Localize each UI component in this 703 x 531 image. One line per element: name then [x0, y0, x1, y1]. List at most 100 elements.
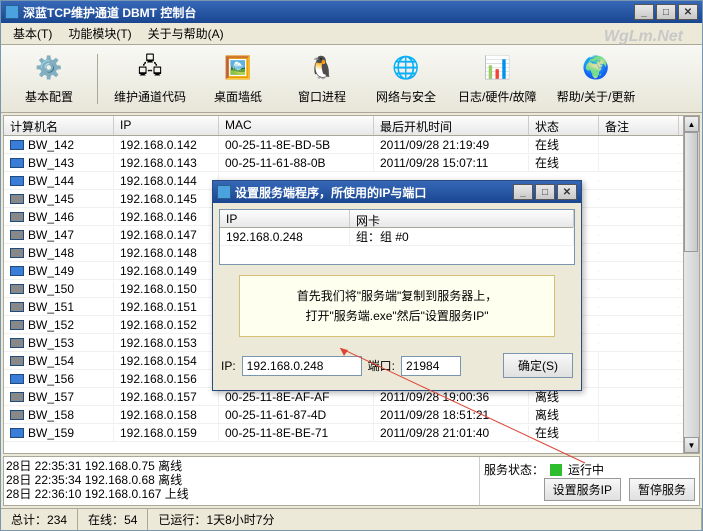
- cell-remark: [599, 270, 679, 272]
- log-hw-button[interactable]: 📊日志/硬件/故障: [450, 49, 545, 109]
- maximize-button[interactable]: □: [656, 4, 676, 20]
- computer-icon: [10, 428, 24, 438]
- service-status-label: 服务状态：: [484, 461, 544, 478]
- cell-remark: [599, 396, 679, 398]
- ip-list[interactable]: IP 网卡 192.168.0.248 组：组 #0: [219, 209, 575, 265]
- computer-icon: [10, 176, 24, 186]
- dialog-maximize-button[interactable]: □: [535, 184, 555, 200]
- table-row[interactable]: BW_159192.168.0.15900-25-11-8E-BE-712011…: [4, 424, 683, 442]
- port-input-label: 端口:: [368, 357, 395, 374]
- cell-ip: 192.168.0.154: [114, 353, 219, 369]
- net-sec-button[interactable]: 🌐网络与安全: [366, 49, 446, 109]
- gear-icon: ⚙️: [33, 53, 65, 84]
- cell-remark: [599, 306, 679, 308]
- pause-service-button[interactable]: 暂停服务: [629, 478, 695, 501]
- net-sec-label: 网络与安全: [376, 88, 436, 105]
- window-proc-label: 窗口进程: [298, 88, 346, 105]
- separator: [97, 54, 98, 104]
- dialog-titlebar[interactable]: 设置服务端程序，所使用的IP与端口 _ □ ✕: [213, 181, 581, 203]
- minimize-button[interactable]: _: [634, 4, 654, 20]
- cell-ip: 192.168.0.147: [114, 227, 219, 243]
- scroll-thumb[interactable]: [684, 132, 698, 252]
- col-remark[interactable]: 备注: [599, 116, 679, 135]
- dialog-form: IP: 端口: 确定(S): [219, 347, 575, 384]
- log-line: 28日 22:36:10 192.168.0.167 上线: [6, 487, 477, 501]
- close-button[interactable]: ✕: [678, 4, 698, 20]
- cell-status: 在线: [529, 153, 599, 172]
- menu-bar: 基本(T) 功能模块(T) 关于与帮助(A): [1, 23, 702, 45]
- cell-remark: [599, 432, 679, 434]
- ip-input-label: IP:: [221, 359, 236, 373]
- channel-code-label: 维护通道代码: [114, 88, 186, 105]
- vertical-scrollbar[interactable]: ▲ ▼: [683, 116, 699, 453]
- col-status[interactable]: 状态: [529, 116, 599, 135]
- dialog-close-button[interactable]: ✕: [557, 184, 577, 200]
- col-lastboot[interactable]: 最后开机时间: [374, 116, 529, 135]
- wallpaper-button[interactable]: 🖼️桌面墙纸: [198, 49, 278, 109]
- hint-line: 首先我们将"服务端"复制到服务器上，: [254, 286, 540, 306]
- main-titlebar: 深蓝TCP维护通道 DBMT 控制台 _ □ ✕: [1, 1, 702, 23]
- computer-icon: [10, 320, 24, 330]
- channel-code-button[interactable]: 🖧 维护通道代码: [106, 49, 194, 109]
- cell-name: BW_149: [4, 263, 114, 279]
- table-row[interactable]: BW_158192.168.0.15800-25-11-61-87-4D2011…: [4, 406, 683, 424]
- globe-icon: 🌍: [580, 53, 612, 84]
- ip-list-row[interactable]: 192.168.0.248 组：组 #0: [220, 228, 574, 246]
- scroll-up-arrow[interactable]: ▲: [684, 116, 699, 132]
- menu-basic[interactable]: 基本(T): [5, 23, 60, 44]
- basic-config-button[interactable]: ⚙️ 基本配置: [9, 49, 89, 109]
- status-bar: 总计：234 在线：54 已运行：1天8小时7分: [1, 508, 702, 530]
- col-ip[interactable]: IP: [114, 116, 219, 135]
- cell-name: BW_146: [4, 209, 114, 225]
- network-icon: 🖧: [134, 52, 166, 84]
- cell-ip: 192.168.0.152: [114, 317, 219, 333]
- menu-modules[interactable]: 功能模块(T): [60, 23, 139, 44]
- cell-remark: [599, 144, 679, 146]
- cell-ip: 192.168.0.149: [114, 263, 219, 279]
- computer-icon: [10, 212, 24, 222]
- cell-name: BW_143: [4, 155, 114, 171]
- basic-config-label: 基本配置: [25, 88, 73, 105]
- cell-ip: 192.168.0.156: [114, 371, 219, 387]
- ok-button[interactable]: 确定(S): [503, 353, 573, 378]
- cell-name: BW_147: [4, 227, 114, 243]
- computer-icon: [10, 140, 24, 150]
- help-about-button[interactable]: 🌍帮助/关于/更新: [549, 49, 644, 109]
- ip-col-ip[interactable]: IP: [220, 210, 350, 227]
- cell-boot: 2011/09/28 15:07:11: [374, 155, 529, 171]
- col-name[interactable]: 计算机名: [4, 116, 114, 135]
- computer-icon: [10, 230, 24, 240]
- cell-remark: [599, 216, 679, 218]
- scroll-down-arrow[interactable]: ▼: [684, 437, 699, 453]
- cell-remark: [599, 414, 679, 416]
- window-proc-button[interactable]: 🐧窗口进程: [282, 49, 362, 109]
- computer-icon: [10, 392, 24, 402]
- wallpaper-icon: 🖼️: [222, 53, 254, 84]
- cell-remark: [599, 360, 679, 362]
- cell-ip: 192.168.0.142: [114, 137, 219, 153]
- cell-ip: 192.168.0.151: [114, 299, 219, 315]
- computer-icon: [10, 266, 24, 276]
- table-row[interactable]: BW_142192.168.0.14200-25-11-8E-BD-5B2011…: [4, 136, 683, 154]
- cell-remark: [599, 324, 679, 326]
- cell-status: 离线: [529, 405, 599, 424]
- cell-boot: 2011/09/28 21:01:40: [374, 425, 529, 441]
- ip-col-nic[interactable]: 网卡: [350, 210, 574, 227]
- service-status-value: 运行中: [568, 461, 604, 478]
- computer-icon: [10, 194, 24, 204]
- port-input[interactable]: [401, 356, 461, 376]
- set-service-ip-button[interactable]: 设置服务IP: [544, 478, 621, 501]
- ip-input[interactable]: [242, 356, 362, 376]
- toolbar: ⚙️ 基本配置 🖧 维护通道代码 🖼️桌面墙纸 🐧窗口进程 🌐网络与安全 📊日志/硬…: [1, 45, 702, 113]
- table-row[interactable]: BW_143192.168.0.14300-25-11-61-88-0B2011…: [4, 154, 683, 172]
- cell-name: BW_150: [4, 281, 114, 297]
- dialog-minimize-button[interactable]: _: [513, 184, 533, 200]
- cell-name: BW_158: [4, 407, 114, 423]
- log-line: 28日 22:35:31 192.168.0.75 离线: [6, 459, 477, 473]
- computer-icon: [10, 410, 24, 420]
- col-mac[interactable]: MAC: [219, 116, 374, 135]
- hint-box: 首先我们将"服务端"复制到服务器上， 打开"服务端.exe"然后"设置服务IP": [239, 275, 555, 337]
- menu-help[interactable]: 关于与帮助(A): [140, 23, 232, 44]
- cell-remark: [599, 234, 679, 236]
- dialog-icon: [217, 185, 231, 199]
